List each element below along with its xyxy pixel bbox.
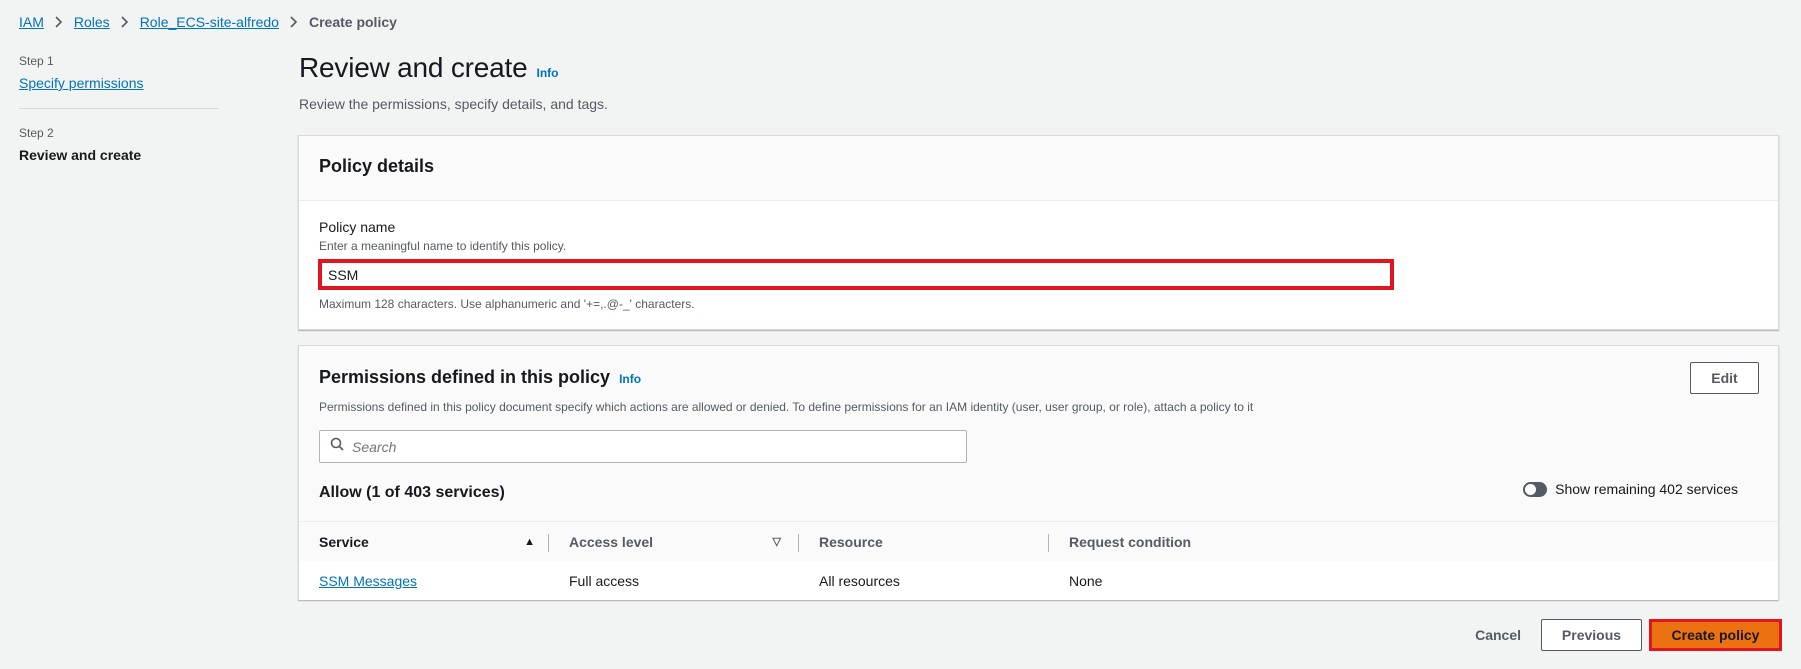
page-title: Review and create: [299, 52, 528, 83]
breadcrumb-roles[interactable]: Roles: [74, 14, 110, 30]
cancel-button[interactable]: Cancel: [1455, 619, 1541, 651]
column-access-level[interactable]: Access level ▽: [549, 522, 799, 562]
column-resource: Resource: [799, 522, 1049, 562]
step-2-number: Step 2: [19, 126, 54, 140]
breadcrumb-iam[interactable]: IAM: [19, 14, 44, 30]
sort-ascending-icon: ▲: [524, 535, 535, 548]
search-input[interactable]: [352, 438, 952, 455]
search-field[interactable]: [319, 430, 967, 463]
policy-name-description: Enter a meaningful name to identify this…: [319, 239, 567, 253]
service-link[interactable]: SSM Messages: [319, 573, 417, 589]
breadcrumb-current: Create policy: [308, 14, 397, 30]
breadcrumb-role[interactable]: Role_ECS-site-alfredo: [140, 14, 279, 30]
step-1-number: Step 1: [19, 54, 54, 68]
chevron-right-icon: [279, 16, 309, 28]
policy-details-panel: Policy details Policy name Enter a meani…: [298, 135, 1779, 330]
resource-cell: All resources: [819, 572, 900, 589]
policy-details-title: Policy details: [299, 136, 1778, 201]
step-divider: [19, 108, 219, 109]
column-service[interactable]: Service ▲: [299, 522, 549, 562]
policy-name-label: Policy name: [319, 219, 396, 235]
edit-button[interactable]: Edit: [1690, 362, 1759, 394]
policy-name-input[interactable]: SSM: [318, 259, 1394, 290]
toggle-switch[interactable]: [1523, 481, 1548, 497]
chevron-right-icon: [110, 16, 140, 28]
wizard-steps: Step 1 Specify permissions Step 2 Review…: [19, 54, 219, 163]
page-header: Review and create Info: [299, 52, 559, 84]
breadcrumb: IAM Roles Role_ECS-site-alfredo Create p…: [19, 14, 397, 30]
policy-name-constraint: Maximum 128 characters. Use alphanumeric…: [319, 297, 695, 311]
create-policy-button[interactable]: Create policy: [1649, 619, 1782, 651]
page-description: Review the permissions, specify details,…: [299, 96, 608, 112]
allow-title: Allow (1 of 403 services): [319, 484, 505, 501]
info-link[interactable]: Info: [537, 66, 559, 80]
footer-actions: Cancel Previous Create policy: [1455, 619, 1782, 651]
table-row: SSM Messages Full access All resources N…: [299, 561, 1778, 600]
search-icon: [330, 437, 344, 456]
permissions-title: Permissions defined in this policy: [319, 367, 611, 387]
sort-icon: ▽: [772, 536, 781, 548]
toggle-label: Show remaining 402 services: [1555, 481, 1738, 497]
request-condition-cell: None: [1069, 572, 1103, 589]
previous-button[interactable]: Previous: [1541, 619, 1642, 651]
permissions-description: Permissions defined in this policy docum…: [319, 400, 1254, 414]
permissions-info-link[interactable]: Info: [619, 372, 641, 386]
permissions-header: Permissions defined in this policy Info …: [299, 346, 1778, 587]
permissions-panel: Permissions defined in this policy Info …: [298, 345, 1779, 600]
access-level-cell: Full access: [569, 572, 640, 589]
chevron-right-icon: [44, 16, 74, 28]
step-1-link[interactable]: Specify permissions: [19, 75, 219, 91]
step-2-label: Review and create: [19, 147, 142, 163]
show-remaining-toggle[interactable]: Show remaining 402 services: [1523, 481, 1738, 497]
table-header: Service ▲ Access level ▽ Resource Reques…: [299, 521, 1778, 561]
column-request-condition: Request condition: [1069, 533, 1192, 550]
